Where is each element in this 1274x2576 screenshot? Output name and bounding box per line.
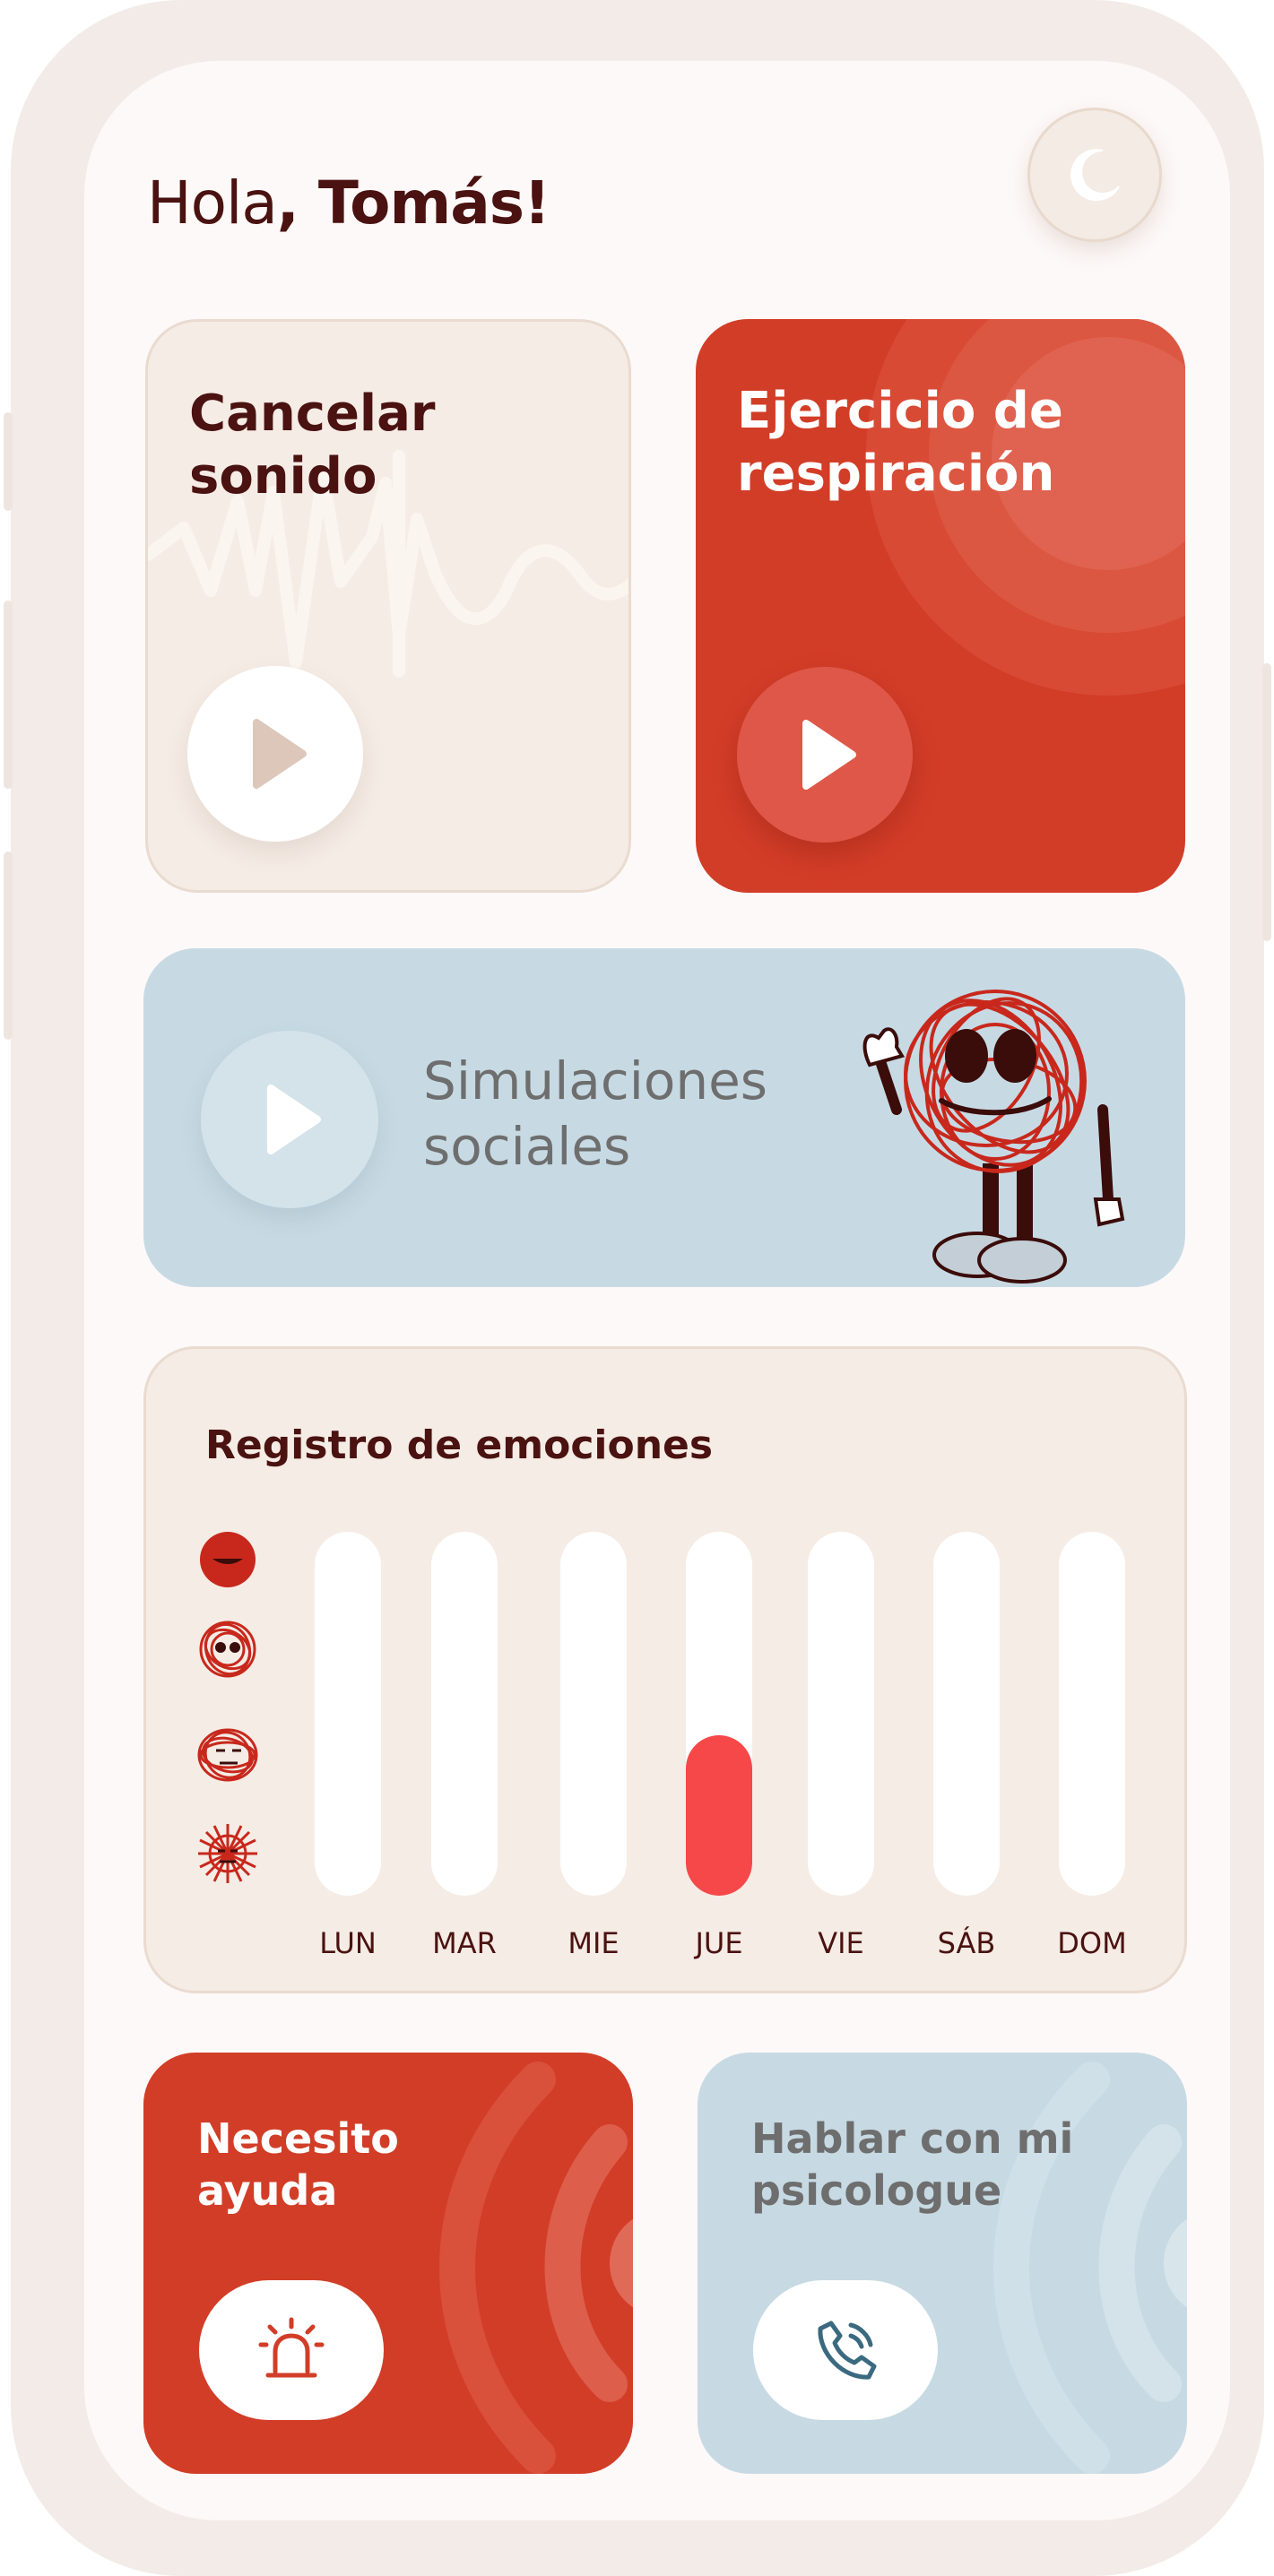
emergency-button[interactable]: [199, 2280, 384, 2420]
social-simulations-card[interactable]: Simulaciones sociales: [143, 948, 1185, 1287]
emotion-bar-lun[interactable]: [315, 1532, 381, 1896]
uneasy-face-icon: [197, 1728, 258, 1782]
talk-psychologist-card[interactable]: Hablar con mi psicologue: [698, 2053, 1187, 2474]
play-icon: [253, 719, 307, 789]
theme-toggle-button[interactable]: [1027, 108, 1162, 242]
calm-face-icon: [199, 1621, 256, 1678]
day-label: VIE: [818, 1926, 864, 1960]
scribble-character-illustration: [862, 990, 1125, 1284]
breathing-exercise-title: Ejercicio de respiración: [737, 382, 1063, 503]
moon-icon: [1070, 149, 1120, 202]
breathing-play-button[interactable]: [737, 667, 913, 843]
emotion-bar-fill: [686, 1735, 752, 1896]
cancel-sound-play-button[interactable]: [187, 666, 363, 842]
emotion-bar-sáb[interactable]: [933, 1532, 1000, 1896]
stressed-face-icon: [198, 1824, 257, 1883]
side-button: [4, 412, 13, 511]
emotion-bar-mar[interactable]: [431, 1532, 498, 1896]
day-label: MAR: [432, 1926, 497, 1960]
greeting: Hola, Tomás!: [147, 169, 550, 238]
emotion-bar-vie[interactable]: [808, 1532, 874, 1896]
call-button[interactable]: [753, 2280, 938, 2420]
emotion-log-card: Registro de emociones LUN MAR MIE JUE VI…: [143, 1346, 1187, 1993]
emotion-log-title: Registro de emociones: [205, 1422, 714, 1468]
greeting-prefix: Hola: [147, 169, 278, 238]
emotion-bar-dom[interactable]: [1059, 1532, 1125, 1896]
day-label: DOM: [1057, 1926, 1127, 1960]
need-help-title: Necesito ayuda: [197, 2114, 399, 2215]
play-icon: [802, 720, 856, 790]
volume-up-button: [4, 601, 13, 789]
day-label: LUN: [319, 1926, 377, 1960]
day-label: JUE: [695, 1926, 743, 1960]
talk-psychologist-title: Hablar con mi psicologue: [751, 2114, 1074, 2215]
happy-face-icon: [200, 1532, 256, 1587]
cancel-sound-card[interactable]: Cancelar sonido: [145, 319, 631, 893]
play-icon: [267, 1085, 321, 1154]
day-label: MIE: [568, 1926, 620, 1960]
volume-down-button: [4, 851, 13, 1040]
siren-icon: [258, 2317, 325, 2378]
need-help-card[interactable]: Necesito ayuda: [143, 2053, 633, 2474]
emotion-bar-mie[interactable]: [560, 1532, 627, 1896]
phone-frame: Hola, Tomás! Cancelar sonido Ejercicio d…: [4, 0, 1271, 2576]
emotion-bar-jue[interactable]: [686, 1532, 752, 1896]
day-label: SÁB: [937, 1926, 996, 1960]
power-button: [1262, 663, 1271, 941]
app-screen: Hola, Tomás! Cancelar sonido Ejercicio d…: [84, 61, 1230, 2520]
user-name: , Tomás!: [276, 169, 550, 238]
phone-icon: [818, 2321, 877, 2380]
breathing-exercise-card[interactable]: Ejercicio de respiración: [696, 319, 1185, 893]
cancel-sound-title: Cancelar sonido: [189, 385, 436, 506]
social-play-button[interactable]: [201, 1031, 378, 1208]
social-simulations-title: Simulaciones sociales: [423, 1050, 767, 1177]
